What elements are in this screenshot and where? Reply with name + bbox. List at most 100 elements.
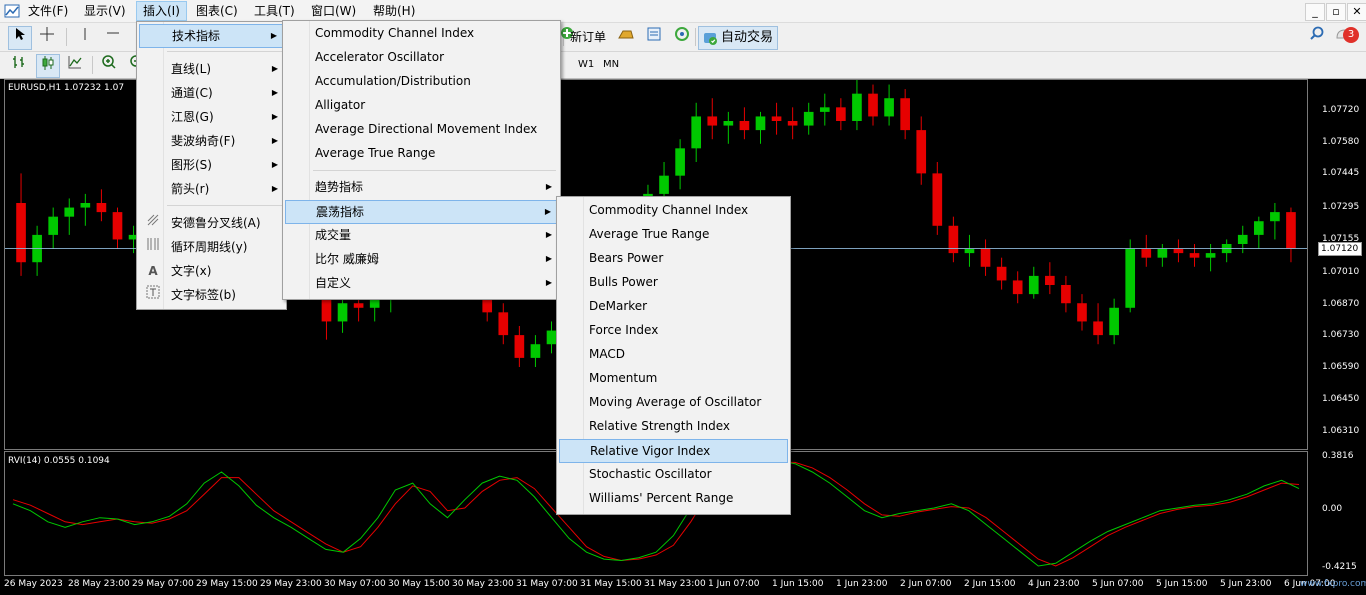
market-watch-icon[interactable] [643, 26, 665, 48]
candle-body [530, 344, 541, 358]
menu-item-bill-williams[interactable]: 比尔 威廉姆 ▶ [285, 248, 558, 270]
crosshair-icon[interactable] [36, 26, 58, 48]
menu-item-force-index[interactable]: Force Index [559, 319, 788, 341]
menu-item-bears-power[interactable]: Bears Power [559, 247, 788, 269]
submenu-arrow-icon: ▶ [545, 230, 552, 239]
time-tick-label: 29 May 15:00 [196, 579, 258, 589]
zoom-in-icon[interactable] [98, 54, 120, 76]
timeframe-w1[interactable]: W1 [575, 56, 597, 74]
menu-item-shapes[interactable]: 图形(S) ▶ [139, 154, 284, 176]
menu-item-custom[interactable]: 自定义 ▶ [285, 272, 558, 294]
candlestick-chart-icon[interactable] [36, 54, 60, 78]
menu-item-osc-cci[interactable]: Commodity Channel Index [559, 199, 788, 221]
menu-item-label: Average Directional Movement Index [315, 122, 538, 136]
menu-item-label: Moving Average of Oscillator [589, 395, 762, 409]
submenu-arrow-icon: ▶ [270, 31, 277, 40]
menu-item-cci[interactable]: Commodity Channel Index [285, 22, 558, 44]
search-icon[interactable] [1306, 26, 1328, 48]
menu-item-demarker[interactable]: DeMarker [559, 295, 788, 317]
candle-body [868, 93, 878, 117]
new-order-button[interactable]: 新订单 [570, 26, 606, 48]
menu-item-stochastic[interactable]: Stochastic Oscillator [559, 463, 788, 485]
menu-item-label: 技术指标 [172, 29, 221, 43]
menu-item-gann[interactable]: 江恩(G) ▶ [139, 106, 284, 128]
menu-item-bulls-power[interactable]: Bulls Power [559, 271, 788, 293]
menu-file[interactable]: 文件(F) [22, 2, 74, 20]
menu-item-label: 文字标签(b) [171, 288, 236, 302]
menu-item-label: Momentum [589, 371, 658, 385]
notification-badge: 3 [1343, 27, 1359, 43]
menu-item-trend[interactable]: 趋势指标 ▶ [285, 176, 558, 198]
menu-item-accelerator[interactable]: Accelerator Oscillator [285, 46, 558, 68]
candle-body [836, 107, 846, 121]
submenu-arrow-icon: ▶ [545, 182, 552, 191]
menu-item-arrows[interactable]: 箭头(r) ▶ [139, 178, 284, 200]
menu-item-cycle-lines[interactable]: 循环周期线(y) [139, 236, 284, 258]
candle-body [675, 148, 685, 176]
price-scale: 1.07720 1.07580 1.07445 1.07295 1.07155 1.070… [1308, 79, 1366, 575]
time-tick-label: 5 Jun 15:00 [1156, 579, 1208, 589]
close-button[interactable]: ✕ [1347, 3, 1366, 21]
menu-item-channels[interactable]: 通道(C) ▶ [139, 82, 284, 104]
cycle-lines-icon [145, 236, 161, 258]
menu-tools[interactable]: 工具(T) [248, 2, 301, 20]
submenu-arrow-icon: ▶ [271, 184, 278, 193]
menu-item-rsi[interactable]: Relative Strength Index [559, 415, 788, 437]
menu-item-macd[interactable]: MACD [559, 343, 788, 365]
menu-item-text-label[interactable]: 文字标签(b) [139, 284, 284, 306]
menu-item-adx[interactable]: Average Directional Movement Index [285, 118, 558, 140]
signals-icon[interactable] [671, 26, 693, 48]
menu-item-label: DeMarker [589, 299, 648, 313]
candle-body [1270, 212, 1280, 222]
restore-button[interactable]: ▫ [1326, 3, 1346, 21]
app-chart-icon[interactable] [4, 3, 20, 19]
menu-charts[interactable]: 图表(C) [190, 2, 244, 20]
menu-item-indicators[interactable]: 技术指标 ▶ [139, 24, 284, 48]
menu-help[interactable]: 帮助(H) [367, 2, 421, 20]
candle-body [546, 330, 557, 345]
menu-item-alligator[interactable]: Alligator [285, 94, 558, 116]
line-chart-icon[interactable] [64, 54, 86, 76]
price-tick-label: 1.07580 [1322, 136, 1360, 147]
menu-item-andrews-pitchfork[interactable]: 安德鲁分叉线(A) [139, 212, 284, 234]
time-tick-label: 1 Jun 23:00 [836, 579, 888, 589]
auto-trading-button[interactable]: 自动交易 [698, 26, 778, 50]
menu-window[interactable]: 窗口(W) [305, 2, 362, 20]
menu-item-atr[interactable]: Average True Range [285, 142, 558, 164]
time-scale: 26 May 2023 28 May 23:00 29 May 07:00 29 Ma… [0, 575, 1366, 595]
menu-item-oscillators[interactable]: 震荡指标 ▶ [285, 200, 558, 224]
price-tick-label: 1.06870 [1322, 298, 1360, 309]
time-tick-label: 30 May 23:00 [452, 579, 514, 589]
candle-body [964, 248, 975, 254]
candle-body [1237, 234, 1248, 244]
cursor-icon[interactable] [8, 26, 32, 50]
menu-item-williams-r[interactable]: Williams' Percent Range [559, 487, 788, 509]
menu-item-momentum[interactable]: Momentum [559, 367, 788, 389]
horizontal-line-icon[interactable] [102, 26, 124, 48]
menu-item-text[interactable]: A 文字(x) [139, 260, 284, 282]
menu-item-osc-atr[interactable]: Average True Range [559, 223, 788, 245]
menu-view[interactable]: 显示(V) [78, 2, 132, 20]
menu-item-osma[interactable]: Moving Average of Oscillator [559, 391, 788, 413]
menu-item-label: 比尔 威廉姆 [315, 252, 379, 266]
menu-item-label: 自定义 [315, 276, 352, 290]
time-tick-label: 29 May 23:00 [260, 579, 322, 589]
indicators-submenu: Commodity Channel Index Accelerator Osci… [282, 20, 561, 300]
menu-item-label: 图形(S) [171, 158, 212, 172]
minimize-button[interactable]: _ [1305, 3, 1325, 21]
menu-item-accumulation[interactable]: Accumulation/Distribution [285, 70, 558, 92]
menu-item-rvi[interactable]: Relative Vigor Index [559, 439, 788, 463]
time-tick-label: 31 May 23:00 [644, 579, 706, 589]
menu-item-fibonacci[interactable]: 斐波纳奇(F) ▶ [139, 130, 284, 152]
menu-separator [167, 51, 282, 52]
menu-item-volumes[interactable]: 成交量 ▶ [285, 224, 558, 246]
time-tick-label: 31 May 07:00 [516, 579, 578, 589]
timeframe-mn[interactable]: MN [600, 56, 622, 74]
gold-bars-icon[interactable] [615, 26, 637, 48]
menu-insert[interactable]: 插入(I) [136, 1, 187, 21]
bar-chart-icon[interactable] [8, 54, 30, 76]
time-tick-label: 29 May 07:00 [132, 579, 194, 589]
menu-item-lines[interactable]: 直线(L) ▶ [139, 58, 284, 80]
vertical-line-icon[interactable] [74, 26, 96, 48]
candle-body [369, 298, 380, 308]
